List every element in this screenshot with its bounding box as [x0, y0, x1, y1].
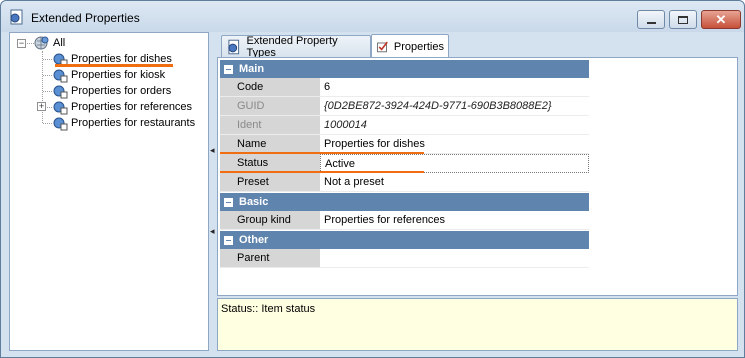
tree-item-restaurants[interactable]: Properties for restaurants [52, 115, 195, 131]
tree-item-orders[interactable]: Properties for orders [52, 83, 171, 99]
tab-label: Properties [393, 40, 444, 53]
pane-splitter[interactable]: ◂ ◂ [209, 32, 217, 351]
property-name: Group kind [220, 211, 320, 230]
property-value[interactable]: {0D2BE872-3924-424D-9771-690B3B8088E2} [320, 97, 589, 116]
extended-properties-window: Extended Properties ✕ − All Properties f… [0, 0, 745, 358]
collapse-icon[interactable] [224, 64, 233, 74]
tree-pane: − All Properties for dishes Properties f… [9, 32, 209, 351]
property-value[interactable] [320, 249, 589, 268]
tab-extended-property-types[interactable]: Extended Property Types [221, 34, 371, 59]
category-title: Main [239, 63, 265, 75]
property-row[interactable]: Code 6 [220, 78, 589, 97]
property-name: GUID [220, 97, 320, 116]
property-description: Status:: Item status [217, 298, 738, 351]
property-row[interactable]: Ident 1000014 [220, 116, 589, 135]
collapse-icon[interactable] [224, 235, 233, 245]
maximize-icon [678, 15, 688, 24]
tree-item-label: Properties for references [71, 101, 193, 113]
property-grid: Main Code 6 GUID {0D2BE872-3924-424D-977… [217, 57, 738, 296]
app-icon [10, 9, 23, 25]
title-bar[interactable]: Extended Properties ✕ [1, 1, 744, 32]
property-group-icon [53, 69, 68, 83]
tree-item-label: Properties for orders [71, 85, 172, 97]
tree-item-kiosk[interactable]: Properties for kiosk [52, 67, 165, 83]
property-group-icon [53, 101, 68, 115]
category-basic[interactable]: Basic [220, 193, 589, 211]
tree-item-references[interactable]: Properties for references [52, 99, 192, 115]
property-group-icon [53, 85, 68, 99]
tree-root-all[interactable]: All [34, 35, 65, 51]
close-button[interactable]: ✕ [701, 10, 741, 29]
collapse-left-icon[interactable]: ◂ [210, 146, 215, 155]
property-name: Code [220, 78, 320, 97]
description-text: Status:: Item status [221, 303, 316, 315]
tab-properties[interactable]: Properties [371, 34, 449, 58]
tree-item-label: Properties for restaurants [71, 117, 196, 129]
property-value[interactable]: Properties for references [320, 211, 589, 230]
collapse-left-icon[interactable]: ◂ [210, 227, 215, 236]
category-title: Other [239, 234, 269, 246]
collapse-icon[interactable] [224, 197, 233, 207]
tree-item-label: Properties for kiosk [71, 69, 166, 81]
window-title: Extended Properties [31, 11, 140, 25]
property-value[interactable]: 1000014 [320, 116, 589, 135]
properties-icon [377, 41, 388, 52]
category-other[interactable]: Other [220, 231, 589, 249]
property-types-icon [228, 39, 240, 54]
property-name: Preset [220, 173, 320, 192]
tree-root-label: All [53, 37, 66, 49]
property-row[interactable]: Group kind Properties for references [220, 211, 589, 230]
property-row[interactable]: Parent [220, 249, 589, 268]
tab-label: Extended Property Types [246, 34, 338, 59]
property-row[interactable]: Preset Not a preset [220, 173, 589, 192]
property-name: Parent [220, 249, 320, 268]
root-collapse-toggle[interactable]: − [17, 39, 26, 48]
references-expand-toggle[interactable]: + [37, 102, 46, 111]
category-title: Basic [239, 196, 269, 208]
property-value[interactable]: 6 [320, 78, 589, 97]
property-group-icon [53, 117, 68, 131]
property-row[interactable]: GUID {0D2BE872-3924-424D-9771-690B3B8088… [220, 97, 589, 116]
maximize-button[interactable] [669, 10, 697, 29]
property-value[interactable]: Not a preset [320, 173, 589, 192]
globe-icon [34, 36, 49, 50]
tab-strip: Extended Property Types Properties [217, 32, 738, 59]
minimize-button[interactable] [637, 10, 665, 29]
close-icon: ✕ [715, 12, 727, 27]
minimize-icon [646, 21, 656, 24]
property-name: Ident [220, 116, 320, 135]
category-main[interactable]: Main [220, 60, 589, 78]
